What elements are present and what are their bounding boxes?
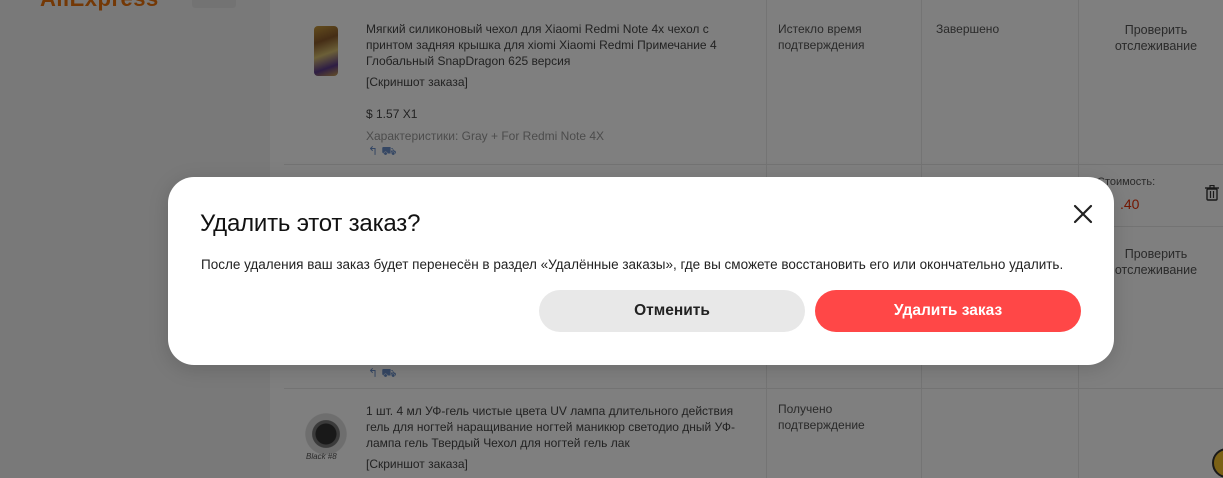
dialog-message: После удаления ваш заказ будет перенесён…: [201, 257, 1064, 272]
cancel-button[interactable]: Отменить: [539, 290, 805, 332]
delete-order-button[interactable]: Удалить заказ: [815, 290, 1081, 332]
delete-order-dialog: Удалить этот заказ? После удаления ваш з…: [168, 177, 1114, 365]
dialog-title: Удалить этот заказ?: [200, 210, 421, 237]
close-icon[interactable]: [1068, 199, 1098, 229]
